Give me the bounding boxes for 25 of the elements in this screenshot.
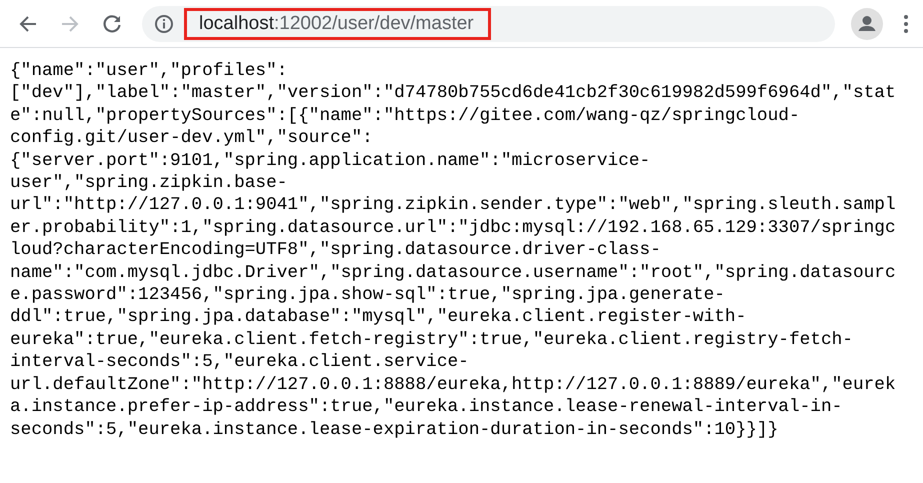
json-text-line: eureka":true,"eureka.client.fetch-registry":true,"eureka.client.registry-fetch- xyxy=(10,328,853,352)
back-arrow-icon xyxy=(18,14,38,34)
json-text-line: e.password":123456,"spring.jpa.show-sql":true,"spring.jpa.generate- xyxy=(10,284,725,306)
json-text-line: {"server.port":9101,"spring.application.name":"microservice- xyxy=(10,150,650,172)
menu-icon[interactable] xyxy=(903,14,909,34)
json-text-line: user","spring.zipkin.base- xyxy=(10,172,288,194)
json-text-line: url":"http://127.0.0.1:9041","spring.zipkin.sender.type":"web","spring.sleuth.sampl xyxy=(10,194,896,217)
json-text-line: interval-seconds":5,"eureka.client.service- xyxy=(10,351,469,374)
json-text-line: e":null,"propertySources":[{"name":"https://gitee.com/wang-qz/springcloud- xyxy=(10,104,800,128)
json-text-line: ddl":true,"spring.jpa.database":"mysql","eureka.client.register-with- xyxy=(10,306,746,329)
json-text-line: ["dev"],"label":"master","version":"d74780b755cd6de41cb2f30c619982d599f6964d","stat xyxy=(10,82,896,105)
profile-avatar-icon[interactable] xyxy=(851,8,883,40)
json-text-line: seconds":5,"eureka.instance.lease-expiration-duration-in-seconds":10}}]} xyxy=(10,418,778,441)
reload-icon xyxy=(101,12,123,34)
json-text-line: config.git/user-dev.yml","source": xyxy=(10,127,373,150)
forward-arrow-icon xyxy=(60,14,80,34)
json-text-line: loud?characterEncoding=UTF8","spring.datasource.driver-class- xyxy=(10,239,661,262)
json-text-line: a.instance.prefer-ip-address":true,"eureka.instance.lease-renewal-interval-in- xyxy=(10,396,842,418)
json-text-line: {"name":"user","profiles": xyxy=(10,60,288,82)
address-bar[interactable]: localhost:12002/user/dev/master xyxy=(142,6,835,42)
json-text-line: url.defaultZone":"http://127.0.0.1:8888/eureka,http://127.0.0.1:8889/eureka","eurek xyxy=(10,374,896,396)
info-icon[interactable] xyxy=(154,14,174,34)
json-text-line: er.probability":1,"spring.datasource.url":"jdbc:mysql://192.168.65.129:3307/springc xyxy=(10,216,896,240)
json-text-line: name":"com.mysql.jdbc.Driver","spring.datasource.username":"root","spring.datasourc xyxy=(10,262,896,284)
url-text: localhost:12002/user/dev/master xyxy=(184,8,491,40)
